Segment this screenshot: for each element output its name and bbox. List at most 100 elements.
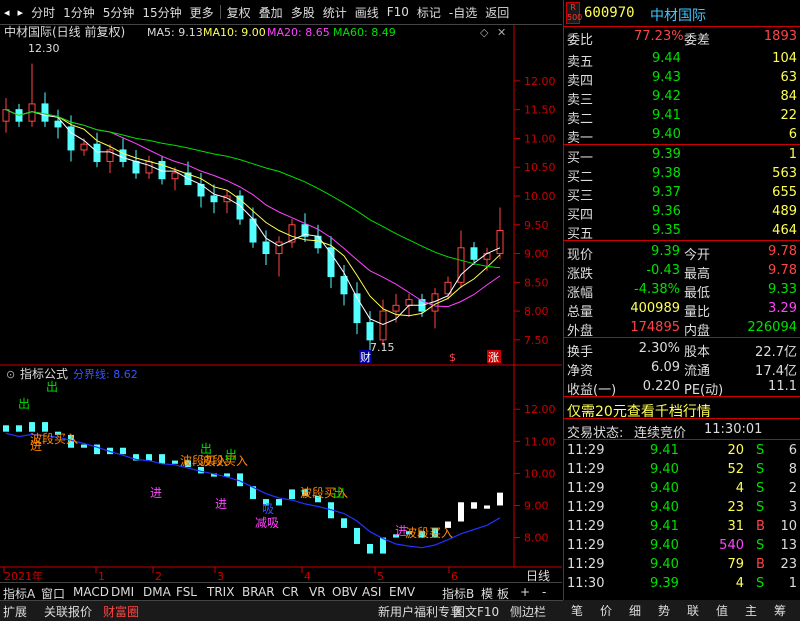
kline-chart[interactable]: 中材国际(日线 前复权) MA5: 9.13 MA10: 9.00 MA20: … [0, 25, 562, 582]
candle-body [145, 160, 153, 174]
toolbar-item[interactable]: 5分钟 [99, 4, 139, 21]
promo-row: 仅需20元查看千档行情 [564, 400, 800, 421]
nav-right-icon[interactable]: ▸ [14, 6, 28, 19]
y-tick-label: 9.00 [524, 499, 549, 512]
candle-body [483, 253, 491, 260]
diamond-icon[interactable]: ◇ [480, 26, 489, 39]
sell-label: 卖五 [567, 55, 594, 70]
y-tick-label: 11.50 [524, 104, 556, 117]
indicator-tab[interactable]: CR [282, 585, 299, 599]
bottom-tab[interactable]: 关联报价 [44, 603, 92, 620]
toolbar-item[interactable]: 叠加 [255, 4, 287, 21]
buy-row: 买二 9.38 563 [564, 165, 800, 185]
toolbar-item[interactable]: 1分钟 [59, 4, 99, 21]
toolbar-item[interactable]: 标记 [413, 4, 445, 21]
signal-label: 出 [225, 448, 237, 462]
tick-time: 11:29 [567, 481, 605, 496]
signal-bar [354, 527, 360, 544]
quote-tab[interactable]: 势 [658, 602, 670, 619]
buy-price: 9.35 [652, 223, 681, 238]
indicator-tab[interactable]: ASI [362, 585, 381, 599]
stat-value: 174895 [630, 320, 680, 335]
quote-tab[interactable]: 价 [600, 602, 612, 619]
close-icon[interactable]: ✕ [497, 26, 506, 39]
candle-body [80, 143, 88, 151]
sub-expand-icon[interactable]: ⊙ [6, 368, 15, 381]
weibi-row: 委比 77.23% 委差 1893 [564, 28, 800, 48]
indicator-tab[interactable]: EMV [389, 585, 415, 599]
toolbar-item[interactable]: 15分钟 [138, 4, 185, 21]
y-tick-label: 7.50 [524, 334, 549, 347]
marker-zhang[interactable]: 涨 [488, 351, 499, 364]
indicator-tab[interactable]: DMI [111, 585, 134, 599]
bottom-tab[interactable]: 侧边栏 [510, 603, 546, 620]
quote-panel: R 500 600970 中材国际 委比 77.23% 委差 1893 卖五 9.44 104… [563, 0, 800, 600]
promo-link[interactable]: 仅需20元查看千档行情 [567, 401, 711, 421]
y-tick-label: 8.00 [524, 532, 549, 545]
rank-badge: R 500 [566, 2, 583, 24]
toolbar-item[interactable]: F10 [383, 5, 413, 19]
signal-bar [159, 454, 165, 464]
status-row: 交易状态: 连续竞价 11:30:01 [564, 421, 800, 441]
sell-volume: 63 [780, 70, 797, 85]
tick-row: 11:29 9.40 540 S 13 [564, 537, 800, 555]
tick-price: 9.40 [650, 557, 679, 572]
signal-label: 进 [215, 497, 227, 511]
chart-area[interactable]: 中材国际(日线 前复权) MA5: 9.13 MA10: 9.00 MA20: … [0, 25, 562, 595]
x-tick-label: 2021年 [4, 569, 43, 582]
toolbar-item[interactable]: -自选 [445, 4, 481, 21]
toolbar-item[interactable]: 分时 [27, 4, 59, 21]
toolbar-item[interactable]: 多股 [287, 4, 319, 21]
quote-tab[interactable]: 笔 [571, 602, 583, 619]
indicator-tab[interactable]: BRAR [242, 585, 275, 599]
indicator-tab[interactable]: MACD [73, 585, 109, 599]
quote-tab[interactable]: 筹 [774, 602, 786, 619]
stat-label: 内盘 [684, 324, 711, 339]
bottom-tab[interactable]: 扩展 [3, 603, 27, 620]
indicator-tab[interactable]: TRIX [207, 585, 234, 599]
stat-label: 量比 [684, 305, 711, 320]
toolbar-divider [219, 5, 221, 19]
indicator-tab[interactable]: DMA [143, 585, 171, 599]
tick-volume: 79 [727, 557, 744, 572]
fund-value: 2.30% [638, 341, 680, 356]
toolbar-item[interactable]: 返回 [481, 4, 513, 21]
x-tick-label: 2 [155, 570, 162, 582]
toolbar-item[interactable]: 更多 [186, 4, 218, 21]
bottom-tab[interactable]: 财富圈 [103, 603, 139, 620]
candle-body [470, 247, 478, 260]
quote-tab[interactable]: 联 [687, 602, 699, 619]
quote-tab[interactable]: 值 [716, 602, 728, 619]
indicator-tab[interactable]: FSL [176, 585, 197, 599]
period-label[interactable]: 日线 [526, 569, 550, 582]
buy-volume: 489 [772, 204, 797, 219]
sell-label: 卖一 [567, 131, 594, 146]
signal-label: 波段买入 [405, 525, 453, 540]
ma5-label: MA5: 9.13 [147, 26, 203, 39]
nav-left-icon[interactable]: ◂ [0, 6, 14, 19]
marker-cai[interactable]: 财 [360, 350, 371, 364]
stat-value: 9.39 [651, 244, 680, 259]
toolbar-item[interactable]: 统计 [319, 4, 351, 21]
sell-price: 9.44 [652, 51, 681, 66]
bottom-tab[interactable]: 新用户福利专享 [378, 603, 462, 620]
quote-tab[interactable]: 主 [745, 602, 757, 619]
indicator-tab[interactable]: + [520, 585, 530, 599]
toolbar-item[interactable]: 画线 [351, 4, 383, 21]
signal-label: 进 [30, 439, 42, 453]
indicator-tab[interactable]: - [542, 585, 546, 599]
y-tick-label: 9.00 [524, 248, 549, 261]
buy-label: 买一 [567, 151, 594, 166]
indicator-tab[interactable]: VR [309, 585, 326, 599]
tick-row: 11:29 9.41 20 S 6 [564, 442, 800, 460]
candle-body [2, 109, 10, 122]
sub-title: 指标公式 [20, 366, 68, 381]
bottom-tab[interactable]: 图文F10 [453, 603, 499, 620]
stat-row: 总量 400989 量比 3.29 [564, 300, 800, 320]
indicator-tab[interactable]: OBV [332, 585, 358, 599]
toolbar-item[interactable]: 复权 [223, 4, 255, 21]
sell-row: 卖五 9.44 104 [564, 50, 800, 70]
signal-bar [458, 502, 464, 522]
marker-dollar[interactable]: $ [449, 351, 456, 364]
quote-tab[interactable]: 细 [629, 602, 641, 619]
